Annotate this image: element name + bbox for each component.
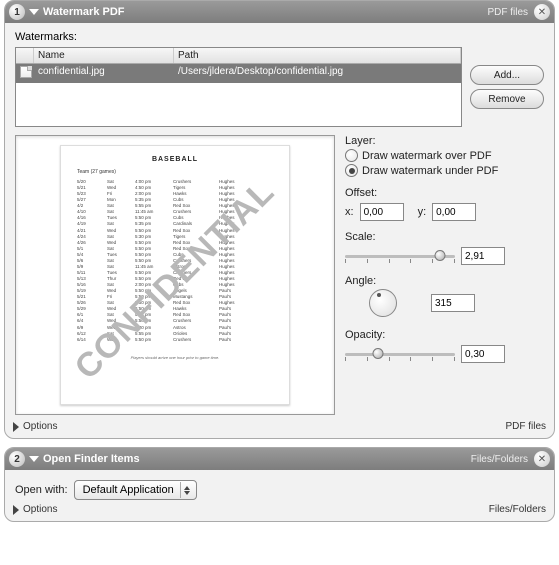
- disclosure-triangle-icon[interactable]: [29, 9, 39, 15]
- footer-output-type: PDF files: [505, 421, 546, 432]
- table-row[interactable]: confidential.jpg /Users/jldera/Desktop/c…: [16, 64, 461, 83]
- options-disclosure-icon[interactable]: [13, 505, 19, 515]
- offset-y-input[interactable]: [432, 203, 476, 221]
- action-title: Watermark PDF: [43, 6, 125, 18]
- angle-dial[interactable]: [369, 289, 397, 317]
- preview-pane: BASEBALL Team (27 games) 5/20Sat4:00 pmC…: [15, 135, 335, 415]
- page-title: BASEBALL: [77, 156, 273, 163]
- radio-label: Draw watermark under PDF: [362, 165, 498, 177]
- column-path[interactable]: Path: [174, 48, 461, 63]
- radio-icon: [345, 164, 358, 177]
- row-path: /Users/jldera/Desktop/confidential.jpg: [174, 64, 461, 83]
- action-footer: Options Files/Folders: [5, 502, 554, 521]
- x-label: x:: [345, 206, 354, 218]
- watermarks-label: Watermarks:: [15, 31, 544, 43]
- close-icon[interactable]: ✕: [534, 4, 550, 20]
- layer-over-radio[interactable]: Draw watermark over PDF: [345, 149, 544, 162]
- row-name: confidential.jpg: [34, 64, 174, 83]
- scale-slider[interactable]: [345, 249, 455, 263]
- radio-label: Draw watermark over PDF: [362, 150, 492, 162]
- remove-button[interactable]: Remove: [470, 89, 544, 109]
- offset-label: Offset:: [345, 187, 544, 199]
- watermarks-table[interactable]: Name Path confidential.jpg /Users/jldera…: [15, 47, 462, 127]
- action-title: Open Finder Items: [43, 453, 140, 465]
- action-input-type: PDF files: [487, 7, 528, 18]
- layer-label: Layer:: [345, 135, 544, 147]
- options-label[interactable]: Options: [23, 421, 57, 432]
- step-number: 2: [9, 451, 25, 467]
- scale-label: Scale:: [345, 231, 544, 243]
- page-subtitle: Team (27 games): [77, 169, 273, 175]
- action-input-type: Files/Folders: [471, 454, 528, 465]
- y-label: y:: [418, 206, 427, 218]
- scale-input[interactable]: [461, 247, 505, 265]
- select-arrows-icon: [180, 482, 194, 498]
- layer-under-radio[interactable]: Draw watermark under PDF: [345, 164, 544, 177]
- disclosure-triangle-icon[interactable]: [29, 456, 39, 462]
- preview-page: BASEBALL Team (27 games) 5/20Sat4:00 pmC…: [60, 145, 290, 405]
- radio-icon: [345, 149, 358, 162]
- schedule-table: 5/20Sat4:00 pmCrushersHughes5/21Wed4:50 …: [77, 179, 273, 343]
- action-footer: Options PDF files: [5, 419, 554, 438]
- select-value: Default Application: [83, 484, 174, 496]
- angle-label: Angle:: [345, 275, 544, 287]
- column-name[interactable]: Name: [34, 48, 174, 63]
- open-with-select[interactable]: Default Application: [74, 480, 197, 500]
- table-header: Name Path: [16, 48, 461, 64]
- open-finder-items-action: 2 Open Finder Items Files/Folders ✕ Open…: [4, 447, 555, 522]
- step-number: 1: [9, 4, 25, 20]
- controls-panel: Layer: Draw watermark over PDF Draw wate…: [345, 135, 544, 415]
- options-label[interactable]: Options: [23, 504, 57, 515]
- watermark-pdf-action: 1 Watermark PDF PDF files ✕ Watermarks: …: [4, 0, 555, 439]
- opacity-slider[interactable]: [345, 347, 455, 361]
- angle-input[interactable]: [431, 294, 475, 312]
- close-icon[interactable]: ✕: [534, 451, 550, 467]
- offset-x-input[interactable]: [360, 203, 404, 221]
- action-header: 2 Open Finder Items Files/Folders ✕: [5, 448, 554, 470]
- opacity-input[interactable]: [461, 345, 505, 363]
- options-disclosure-icon[interactable]: [13, 422, 19, 432]
- image-file-icon: [20, 66, 32, 78]
- open-with-label: Open with:: [15, 484, 68, 496]
- opacity-label: Opacity:: [345, 329, 544, 341]
- action-header: 1 Watermark PDF PDF files ✕: [5, 1, 554, 23]
- footer-output-type: Files/Folders: [489, 504, 546, 515]
- page-footnote: Players should arrive one hour prior to …: [77, 355, 273, 360]
- add-button[interactable]: Add...: [470, 65, 544, 85]
